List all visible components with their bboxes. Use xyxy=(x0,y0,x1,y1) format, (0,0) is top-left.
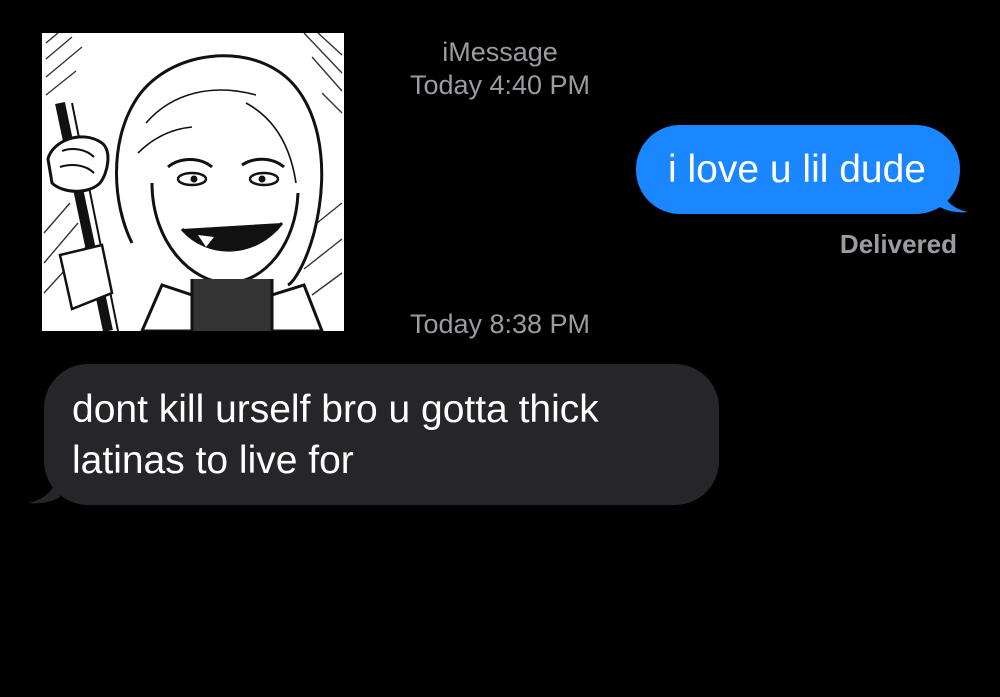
sent-bubble-tail xyxy=(938,180,968,213)
timestamp: Today 8:38 PM xyxy=(409,309,591,339)
message-text: dont kill urself bro u gotta thick latin… xyxy=(72,388,599,482)
received-message-bubble[interactable]: dont kill urself bro u gotta thick latin… xyxy=(44,364,719,505)
message-text: i love u lil dude xyxy=(668,148,926,191)
sent-message-bubble[interactable]: i love u lil dude xyxy=(636,125,960,214)
received-bubble-tail xyxy=(28,469,60,504)
manga-image-attachment[interactable] xyxy=(42,33,344,331)
delivery-status: Delivered xyxy=(839,229,957,259)
manga-drawing xyxy=(42,33,344,331)
service-label: iMessage xyxy=(442,37,558,67)
conversation-header: iMessage Today 4:40 PM xyxy=(360,36,640,102)
timestamp: Today 4:40 PM xyxy=(409,70,591,100)
